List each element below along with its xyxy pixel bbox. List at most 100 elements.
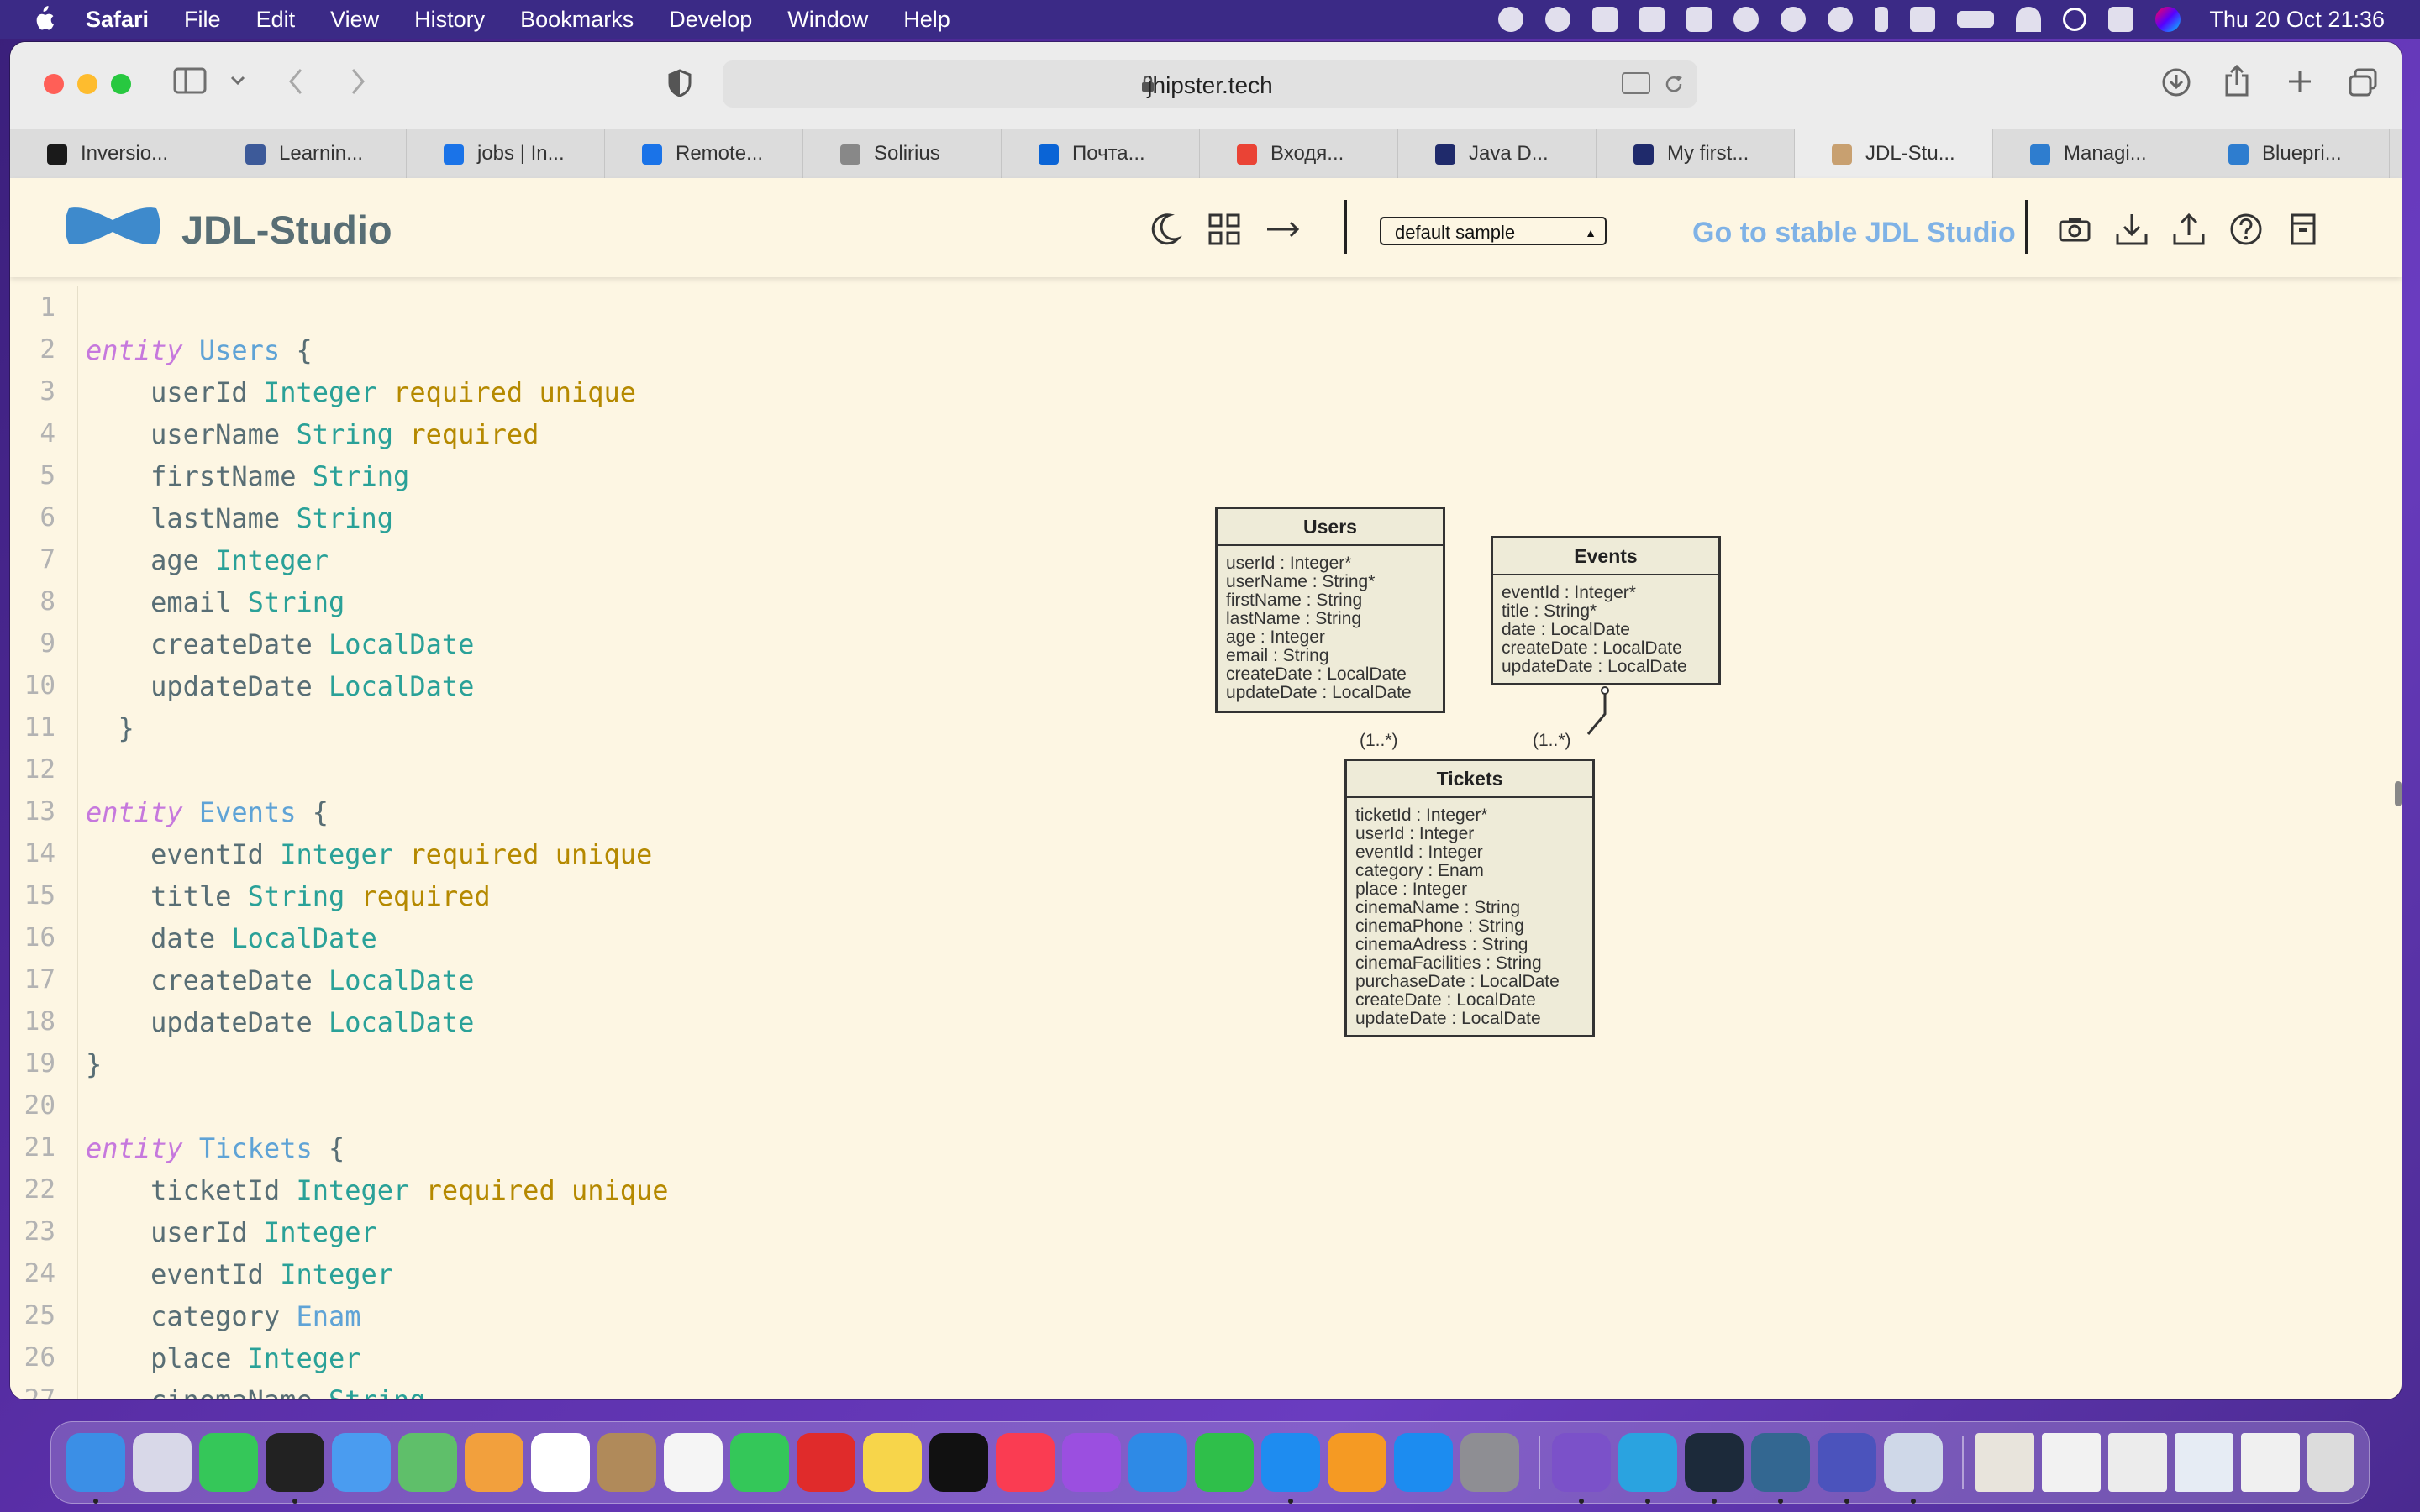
finder-icon[interactable] [66, 1433, 125, 1504]
stable-jdl-link[interactable]: Go to stable JDL Studio [1692, 217, 2016, 249]
code-line[interactable]: age Integer [86, 544, 329, 576]
control-center-icon[interactable] [2108, 7, 2134, 32]
code-line[interactable]: eventId Integer [86, 1258, 393, 1290]
code-line[interactable]: userId Integer [86, 1216, 377, 1248]
recent-document-thumbnail[interactable] [2108, 1433, 2167, 1492]
postgres-icon[interactable] [1751, 1433, 1810, 1504]
vpn-status-icon[interactable] [1639, 7, 1665, 32]
code-line[interactable]: userId Integer required unique [86, 376, 636, 408]
globe-status-icon[interactable] [1781, 7, 1807, 32]
trash-icon[interactable] [2307, 1433, 2354, 1492]
browser-tab[interactable]: JDL-Stu... [1795, 129, 1993, 178]
code-line[interactable]: } [86, 712, 134, 744]
notes-icon[interactable] [863, 1433, 922, 1492]
shield-status-icon[interactable] [1592, 7, 1618, 32]
library-icon[interactable] [2286, 212, 2321, 247]
privacy-shield-icon[interactable] [667, 69, 692, 97]
code-line[interactable]: createDate LocalDate [86, 964, 474, 996]
spotlight-search-icon[interactable] [2063, 8, 2087, 31]
code-line[interactable]: email String [86, 586, 345, 618]
keyboard-layout-icon[interactable] [1910, 7, 1936, 32]
browser-tab[interactable]: Remote... [605, 129, 803, 178]
battery-icon[interactable] [1957, 11, 1995, 28]
menu-view[interactable]: View [330, 7, 379, 33]
photos-icon[interactable] [465, 1433, 523, 1492]
tickets-entity-box[interactable]: Tickets ticketId : Integer* userId : Int… [1344, 759, 1595, 1037]
tab-overview-icon[interactable] [2348, 67, 2378, 97]
browser-tab[interactable]: Managi... [1993, 129, 2191, 178]
downloads-icon[interactable] [2161, 67, 2191, 97]
code-line[interactable]: cinemaName String [86, 1384, 426, 1399]
contacts-icon[interactable] [597, 1433, 656, 1492]
facetime-icon[interactable] [730, 1433, 789, 1492]
security-icon[interactable] [797, 1433, 855, 1492]
new-tab-icon[interactable] [2287, 69, 2312, 94]
browser-tab[interactable]: My first... [1597, 129, 1795, 178]
menu-help[interactable]: Help [903, 7, 950, 33]
help-icon[interactable] [2228, 212, 2264, 247]
app-store-icon[interactable] [1394, 1433, 1453, 1492]
page-scrollbar[interactable] [2395, 781, 2402, 806]
upload-icon[interactable] [2171, 212, 2207, 247]
code-line[interactable]: firstName String [86, 460, 409, 492]
download-icon[interactable] [2114, 212, 2149, 247]
code-line[interactable]: place Integer [86, 1342, 360, 1374]
zoom-window-icon[interactable] [111, 74, 131, 94]
vscode-dark-icon[interactable] [1685, 1433, 1744, 1504]
code-line[interactable]: lastName String [86, 502, 393, 534]
recent-document-thumbnail[interactable] [2175, 1433, 2233, 1492]
apple-icon[interactable] [30, 5, 55, 34]
browser-tab[interactable]: Входя... [1200, 129, 1398, 178]
address-bar[interactable]: jhipster.tech [723, 60, 1697, 108]
pages-icon[interactable] [1328, 1433, 1386, 1492]
code-line[interactable]: eventId Integer required unique [86, 838, 652, 870]
sidebar-icon[interactable] [173, 67, 207, 94]
menu-bookmarks[interactable]: Bookmarks [520, 7, 634, 33]
launchpad-icon[interactable] [133, 1433, 192, 1492]
calendar-icon[interactable] [531, 1433, 590, 1492]
code-line[interactable]: title String required [86, 880, 491, 912]
chevron-down-icon[interactable] [230, 76, 245, 86]
camera-icon[interactable] [2057, 212, 2092, 247]
bluetooth-icon[interactable] [1875, 7, 1889, 32]
system-preferences-icon[interactable] [1460, 1433, 1519, 1492]
telegram-icon[interactable] [1618, 1433, 1677, 1504]
code-line[interactable]: updateDate LocalDate [86, 1006, 474, 1038]
code-line[interactable]: createDate LocalDate [86, 628, 474, 660]
users-entity-box[interactable]: Users userId : Integer* userName : Strin… [1215, 507, 1445, 713]
layout-grid-icon[interactable] [1207, 212, 1242, 247]
safari-icon[interactable] [1261, 1433, 1320, 1504]
code-line[interactable]: entity Tickets { [86, 1132, 345, 1164]
grammarly-status-icon[interactable] [1828, 7, 1854, 32]
recent-document-thumbnail[interactable] [2042, 1433, 2101, 1492]
music-icon[interactable] [996, 1433, 1055, 1492]
sync-status-icon[interactable] [1733, 7, 1760, 32]
preview-icon[interactable] [1884, 1433, 1943, 1504]
menu-window[interactable]: Window [787, 7, 868, 33]
intellij-icon[interactable] [266, 1433, 324, 1504]
reload-icon[interactable] [1662, 72, 1686, 96]
code-editor[interactable]: 1 2 entity Users {3 userId Integer require… [10, 286, 1102, 1399]
browser-tab[interactable]: Inversio... [10, 129, 208, 178]
notification-status-icon[interactable] [1545, 7, 1571, 32]
teams-icon[interactable] [1818, 1433, 1876, 1504]
menu-edit[interactable]: Edit [256, 7, 296, 33]
minimize-window-icon[interactable] [77, 74, 97, 94]
dark-mode-moon-icon[interactable] [1148, 212, 1183, 247]
recent-document-thumbnail[interactable] [1975, 1433, 2034, 1492]
menu-develop[interactable]: Develop [669, 7, 752, 33]
browser-tab[interactable]: jobs | In... [407, 129, 605, 178]
menu-app-name[interactable]: Safari [86, 7, 149, 33]
code-line[interactable]: ticketId Integer required unique [86, 1174, 669, 1206]
viber-status-icon[interactable] [1498, 7, 1524, 32]
code-line[interactable]: updateDate LocalDate [86, 670, 474, 702]
browser-tab[interactable]: Почта... [1002, 129, 1200, 178]
tv-icon[interactable] [929, 1433, 988, 1492]
box-status-icon[interactable] [1686, 7, 1712, 32]
browser-tab[interactable]: Solirius [803, 129, 1002, 178]
recent-document-thumbnail[interactable] [2241, 1433, 2300, 1492]
numbers-icon[interactable] [1195, 1433, 1254, 1492]
code-line[interactable]: entity Users { [86, 334, 313, 366]
code-line[interactable]: } [86, 1048, 102, 1080]
forward-icon[interactable] [350, 67, 366, 96]
